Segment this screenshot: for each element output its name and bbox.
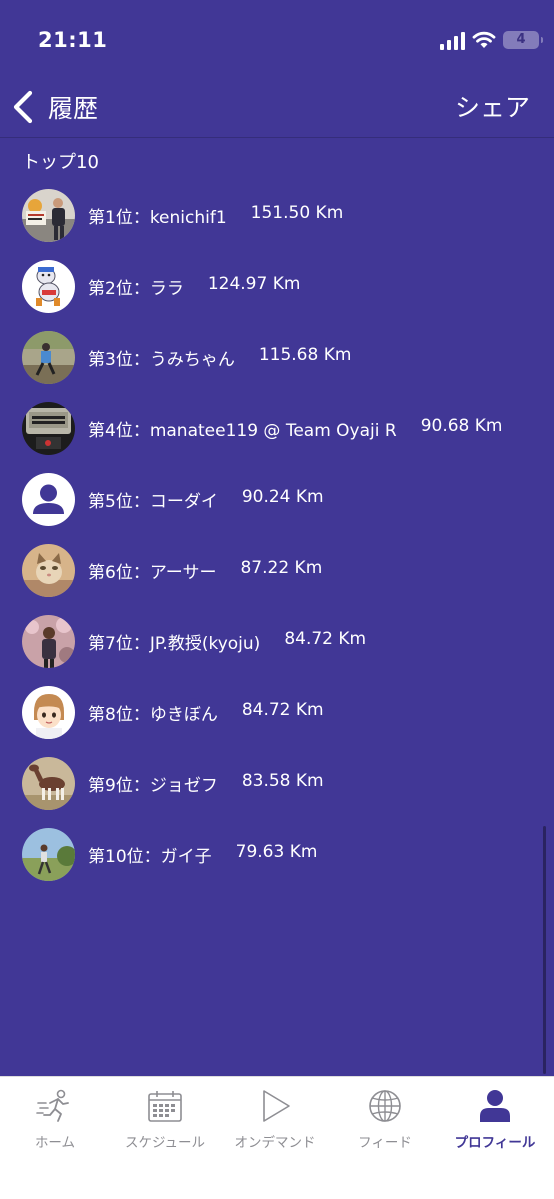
rank-distance: 115.68 Km [258, 345, 352, 365]
avatar [22, 402, 75, 455]
tab-label: オンデマンド [234, 1135, 316, 1151]
status-time: 21:11 [38, 28, 108, 52]
scrollbar[interactable] [543, 826, 546, 1074]
tab-schedule[interactable]: スケジュール [110, 1089, 220, 1151]
rank-distance: 90.24 Km [241, 487, 324, 507]
ranking-row[interactable]: 第9位：ジョゼフ 83.58 Km [0, 748, 554, 819]
tab-feed[interactable]: フィード [330, 1089, 440, 1151]
rank-name: 第6位：アーサー [88, 563, 217, 583]
avatar [22, 473, 75, 526]
page-title: 履歴 [48, 94, 99, 123]
section-title: トップ10 [22, 152, 99, 173]
rank-name: 第9位：ジョゼフ [88, 776, 218, 796]
tab-label: スケジュール [124, 1135, 206, 1151]
ranking-list: 第1位：kenichif1 151.50 Km 第2位：ララ 124.97 Km [0, 180, 554, 890]
avatar [22, 544, 75, 597]
rank-distance: 83.58 Km [241, 771, 324, 791]
ranking-row[interactable]: 第3位：うみちゃん 115.68 Km [0, 322, 554, 393]
rank-distance: 151.50 Km [250, 203, 344, 223]
rank-distance: 84.72 Km [284, 629, 367, 649]
rank-distance: 79.63 Km [235, 842, 318, 862]
default-user-icon [22, 473, 75, 526]
avatar [22, 757, 75, 810]
ranking-row[interactable]: 第8位：ゆきぼん 84.72 Km [0, 677, 554, 748]
share-button[interactable]: シェア [455, 88, 530, 124]
rank-name: 第8位：ゆきぼん [88, 705, 218, 725]
avatar [22, 615, 75, 668]
status-bar: 21:11 4 [0, 0, 554, 80]
avatar [22, 331, 75, 384]
rank-name: 第2位：ララ [88, 279, 184, 299]
rank-name: 第10位：ガイ子 [88, 847, 212, 867]
ranking-row[interactable]: 第4位：manatee119 @ Team Oyaji R 90.68 Km [0, 393, 554, 464]
signal-icon [440, 32, 465, 50]
tab-profile[interactable]: プロフィール [440, 1089, 550, 1151]
rank-distance: 90.68 Km [420, 416, 503, 436]
rank-distance: 87.22 Km [240, 558, 323, 578]
ranking-row[interactable]: 第5位：コーダイ 90.24 Km [0, 464, 554, 535]
battery-indicator: 4 [503, 31, 543, 49]
globe-icon [369, 1090, 401, 1122]
wifi-icon [472, 31, 496, 48]
ranking-row[interactable]: 第10位：ガイ子 79.63 Km [0, 819, 554, 890]
rank-name: 第4位：manatee119 @ Team Oyaji R [88, 421, 397, 441]
rank-name: 第7位：JP.教授(kyoju) [88, 634, 261, 654]
calendar-icon [148, 1091, 182, 1122]
ranking-row[interactable]: 第7位：JP.教授(kyoju) 84.72 Km [0, 606, 554, 677]
tab-bar: ホーム スケジュール オンデマンド フィード プロフィール [0, 1076, 554, 1199]
play-icon [263, 1090, 290, 1122]
rank-name: 第3位：うみちゃん [88, 350, 235, 370]
running-person-icon [36, 1089, 69, 1122]
avatar [22, 260, 75, 313]
avatar [22, 686, 75, 739]
profile-icon [480, 1090, 510, 1122]
avatar [22, 189, 75, 242]
ranking-row[interactable]: 第2位：ララ 124.97 Km [0, 251, 554, 322]
tab-home[interactable]: ホーム [0, 1089, 110, 1151]
tab-label: プロフィール [454, 1135, 536, 1151]
tab-label: ホーム [34, 1135, 76, 1151]
rank-name: 第5位：コーダイ [88, 492, 218, 512]
rank-name: 第1位：kenichif1 [88, 208, 227, 228]
nav-bar: 履歴 シェア [0, 80, 554, 138]
avatar [22, 828, 75, 881]
chevron-left-icon [13, 90, 33, 124]
tab-on-demand[interactable]: オンデマンド [220, 1089, 330, 1151]
back-button[interactable]: 履歴 [10, 86, 98, 128]
ranking-row[interactable]: 第1位：kenichif1 151.50 Km [0, 180, 554, 251]
rank-distance: 124.97 Km [207, 274, 301, 294]
tab-label: フィード [358, 1135, 412, 1151]
rank-distance: 84.72 Km [241, 700, 324, 720]
ranking-row[interactable]: 第6位：アーサー 87.22 Km [0, 535, 554, 606]
